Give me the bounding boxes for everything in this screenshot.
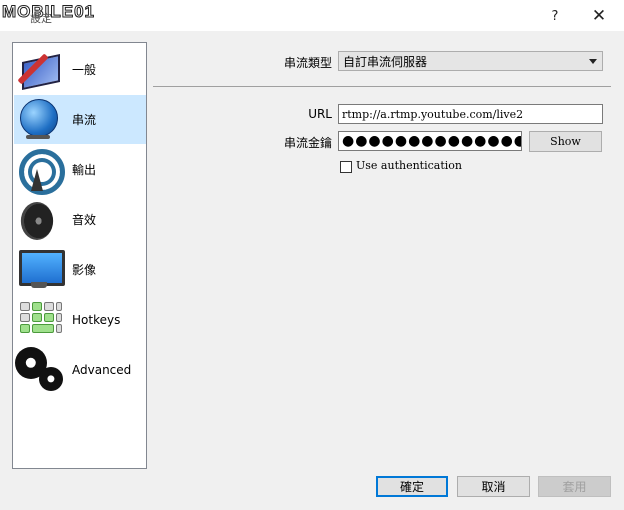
url-value: rtmp://a.rtmp.youtube.com/live2 (342, 107, 524, 121)
sidebar-item-label: 影像 (72, 263, 97, 277)
sidebar-item-general[interactable]: 一般 (14, 45, 146, 94)
settings-sidebar: 一般 串流 輸出 音效 影像 Hotkeys Advanced (12, 42, 147, 469)
keyboard-icon (14, 296, 64, 344)
stream-type-value: 自訂串流伺服器 (343, 54, 428, 69)
sidebar-item-audio[interactable]: 音效 (14, 195, 146, 244)
sidebar-item-label: 一般 (72, 63, 97, 77)
stream-type-label: 串流類型 (283, 56, 332, 70)
gears-icon (14, 346, 64, 394)
show-key-button[interactable]: Show (529, 131, 602, 152)
apply-button[interactable]: 套用 (538, 476, 611, 497)
sidebar-item-stream[interactable]: 串流 (14, 95, 146, 144)
cancel-button[interactable]: 取消 (457, 476, 530, 497)
close-button[interactable]: ✕ (584, 4, 614, 28)
url-label: URL (308, 107, 332, 121)
sidebar-item-hotkeys[interactable]: Hotkeys (14, 295, 146, 344)
title-bar: MOBILE01 設定 ? ✕ (0, 0, 624, 31)
sidebar-item-label: 輸出 (72, 163, 97, 177)
stream-type-select[interactable]: 自訂串流伺服器 (338, 51, 603, 71)
section-divider (153, 86, 611, 87)
chevron-down-icon (589, 59, 597, 64)
sidebar-item-advanced[interactable]: Advanced (14, 345, 146, 394)
display-monitor-icon (14, 246, 65, 294)
globe-network-icon (14, 96, 64, 144)
stream-key-label: 串流金鑰 (283, 136, 332, 150)
sidebar-item-label: Hotkeys (72, 312, 121, 327)
sidebar-item-output[interactable]: 輸出 (14, 145, 146, 195)
use-authentication-label[interactable]: Use authentication (356, 159, 462, 172)
monitor-pen-icon (14, 46, 64, 94)
broadcast-antenna-icon (14, 146, 65, 195)
help-button[interactable]: ? (540, 4, 570, 28)
speaker-icon (14, 196, 64, 244)
use-authentication-checkbox[interactable] (340, 161, 352, 173)
stream-key-value: ●●●●●●●●●●●●●●●●●●●● (342, 133, 521, 149)
sidebar-item-label: 串流 (72, 113, 97, 127)
url-input[interactable]: rtmp://a.rtmp.youtube.com/live2 (338, 104, 603, 124)
sidebar-item-label: 音效 (72, 213, 97, 227)
ok-button[interactable]: 確定 (376, 476, 448, 497)
sidebar-item-video[interactable]: 影像 (14, 245, 146, 294)
sidebar-item-label: Advanced (72, 362, 132, 377)
stream-key-input[interactable]: ●●●●●●●●●●●●●●●●●●●● (338, 131, 522, 151)
window-title: 設定 (30, 12, 52, 25)
